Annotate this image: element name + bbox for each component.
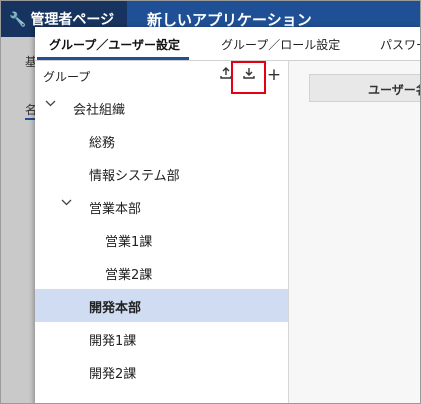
chevron-down-icon[interactable] bbox=[45, 98, 59, 112]
tree-item-company[interactable]: 会社組織 bbox=[35, 91, 288, 124]
plus-icon[interactable]: + bbox=[265, 66, 283, 84]
active-tab-indicator bbox=[37, 57, 189, 60]
tab-password-settings[interactable]: パスワー bbox=[380, 36, 420, 53]
tree-item-label: 営業本部 bbox=[89, 202, 142, 217]
background-side-strip: 基 名 bbox=[1, 37, 38, 403]
tree-item-dev-1[interactable]: 開発1課 bbox=[35, 322, 288, 355]
tree-item-label: 営業1課 bbox=[105, 235, 153, 250]
tree-item-label: 開発本部 bbox=[89, 301, 142, 316]
chevron-down-graphic bbox=[61, 199, 72, 206]
tree-item-label: 情報システム部 bbox=[89, 169, 180, 184]
group-pane-header: グループ + bbox=[35, 61, 288, 94]
column-header-label: ユーザー名 bbox=[368, 83, 420, 97]
tree-item-general-affairs[interactable]: 総務 bbox=[35, 124, 288, 157]
chevron-down-icon[interactable] bbox=[61, 197, 75, 211]
wrench-icon: 🔧 bbox=[9, 12, 27, 28]
chevron-down-graphic bbox=[45, 100, 56, 107]
download-highlight-box bbox=[231, 61, 266, 94]
admin-page-title[interactable]: 🔧 管理者ページ bbox=[9, 9, 114, 29]
tab-group-role-settings[interactable]: グループ／ロール設定 bbox=[221, 36, 340, 53]
tree-item-dev-hq[interactable]: 開発本部 bbox=[35, 289, 288, 322]
tree-item-label: 開発1課 bbox=[89, 334, 137, 349]
tree-item-sales-2[interactable]: 営業2課 bbox=[35, 256, 288, 289]
tree-item-info-systems[interactable]: 情報システム部 bbox=[35, 157, 288, 190]
group-settings-dialog: グループ／ユーザー設定 グループ／ロール設定 パスワー グループ bbox=[35, 27, 420, 403]
tree-item-sales-hq[interactable]: 営業本部 bbox=[35, 190, 288, 223]
tree-item-label: 開発2課 bbox=[89, 367, 137, 382]
tree-item-sales-1[interactable]: 営業1課 bbox=[35, 223, 288, 256]
tab-group-user-settings[interactable]: グループ／ユーザー設定 bbox=[49, 36, 180, 53]
group-pane-title: グループ bbox=[43, 70, 91, 84]
tree-item-label: 会社組織 bbox=[73, 103, 126, 118]
group-tree-pane: グループ + 会社組織 総務 情報システム部 営業本部 営業1課 営業2課 開発… bbox=[35, 61, 289, 403]
tree-item-dev-2[interactable]: 開発2課 bbox=[35, 355, 288, 388]
tree-item-label: 営業2課 bbox=[105, 268, 153, 283]
tree-item-label: 総務 bbox=[89, 136, 116, 151]
user-list-pane: ユーザー名 bbox=[289, 61, 420, 403]
screenshot-frame: 🔧 管理者ページ 新しいアプリケーション 基 名 グループ／ユーザー設定 グループ… bbox=[0, 0, 421, 404]
user-name-column-header[interactable]: ユーザー名 bbox=[309, 74, 420, 102]
settings-tabs: グループ／ユーザー設定 グループ／ロール設定 パスワー bbox=[35, 27, 420, 61]
